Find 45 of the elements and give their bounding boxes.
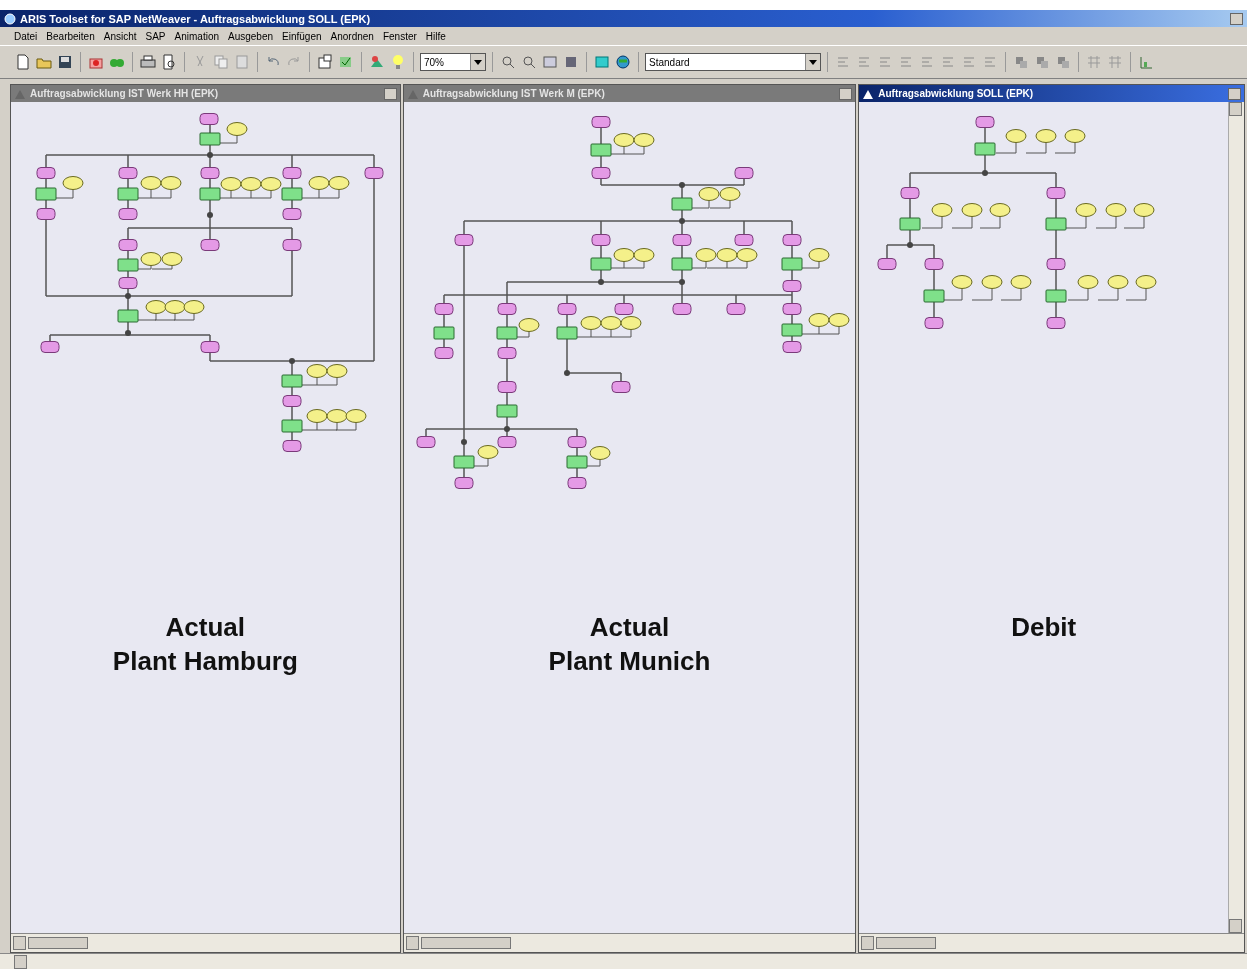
menu-item[interactable]: Ausgeben	[228, 30, 274, 42]
style-dropdown[interactable]: Standard	[645, 53, 821, 71]
horizontal-scrollbar[interactable]	[859, 933, 1244, 952]
new-file-icon[interactable]	[14, 53, 32, 71]
print-icon[interactable]	[139, 53, 157, 71]
color-icon[interactable]	[593, 53, 611, 71]
minimize-button[interactable]	[383, 87, 397, 100]
app-icon	[4, 12, 16, 25]
grid-icon[interactable]	[1106, 53, 1124, 71]
diagram-caption: Actual Plant Munich	[548, 611, 711, 678]
horizontal-scrollbar[interactable]	[403, 933, 856, 952]
menu-item[interactable]: SAP	[145, 30, 166, 42]
diagram-caption: Debit	[1011, 611, 1077, 644]
window-title: ARIS Toolset for SAP NetWeaver - Auftragsabwicklung SOLL (EPK)	[20, 12, 372, 25]
minimize-button[interactable]	[839, 87, 853, 100]
dropdown-arrow-icon	[474, 59, 482, 65]
zoom-out-icon[interactable]	[520, 53, 538, 71]
window-title: Auftragsabwicklung SOLL (EPK)	[878, 88, 1035, 99]
save-icon[interactable]	[56, 53, 74, 71]
minimize-button[interactable]	[1228, 87, 1241, 100]
menu-item[interactable]: Bearbeiten	[46, 30, 95, 42]
menu-item[interactable]: Datei	[14, 30, 38, 42]
zoom-in-icon[interactable]	[499, 53, 517, 71]
dropdown-arrow-icon	[809, 59, 817, 65]
menu-item[interactable]: Fenster	[382, 30, 417, 42]
copy-icon[interactable]	[212, 53, 230, 71]
horizontal-scrollbar[interactable]	[0, 953, 1247, 969]
menu-item[interactable]: Hilfe	[425, 30, 446, 42]
menu-item[interactable]: Anordnen	[330, 30, 374, 42]
diagram-caption: Actual Plant Hamburg	[112, 611, 298, 678]
paste-icon[interactable]	[233, 53, 251, 71]
menu-item[interactable]: Einfügen	[282, 30, 322, 42]
zoom-dropdown[interactable]: 70%	[420, 53, 486, 71]
fit-page-icon[interactable]	[541, 53, 559, 71]
window-title: Auftragsabwicklung IST Werk HH (EPK)	[30, 88, 220, 99]
print-preview-icon[interactable]	[160, 53, 178, 71]
horizontal-scrollbar[interactable]	[11, 933, 400, 952]
vertical-scrollbar[interactable]	[1228, 102, 1244, 933]
globe-icon[interactable]	[614, 53, 632, 71]
menu-item[interactable]: Animation	[174, 30, 219, 42]
menu-item[interactable]: Ansicht	[103, 30, 137, 42]
restore-button[interactable]	[1230, 12, 1243, 25]
grid-icon[interactable]	[1085, 53, 1103, 71]
properties-icon[interactable]	[316, 53, 334, 71]
window-title: Auftragsabwicklung IST Werk M (EPK)	[422, 88, 606, 99]
